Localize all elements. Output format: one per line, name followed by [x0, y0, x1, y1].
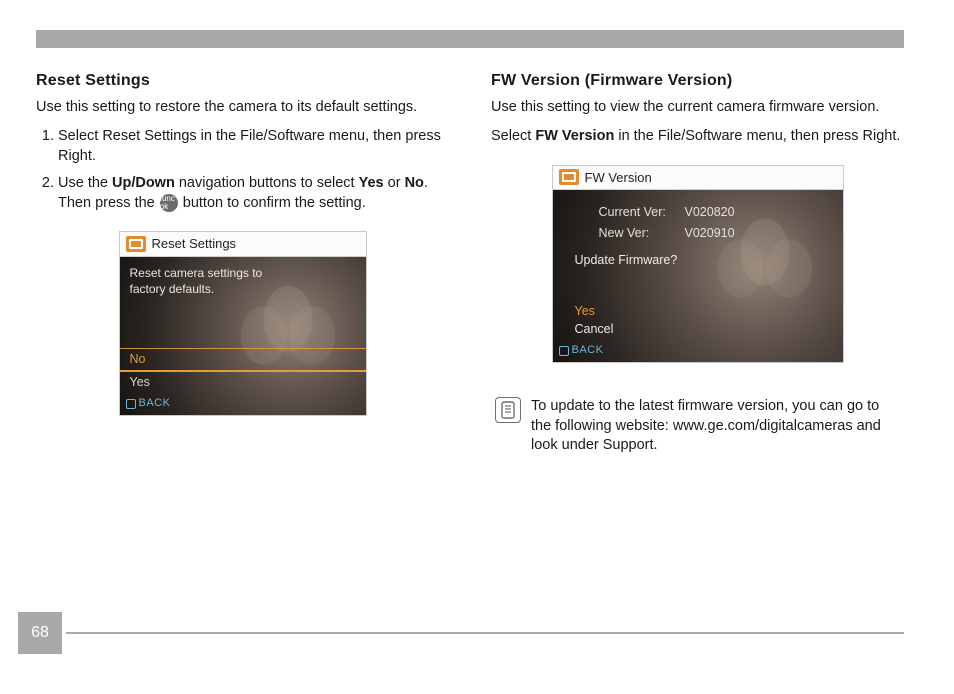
folder-icon — [126, 236, 146, 252]
camera-screenshot-fw: FW Version Current Ver: V020820 New Ver:… — [552, 165, 844, 364]
cam-back[interactable]: BACK — [559, 343, 604, 358]
fw-new-value: V020910 — [685, 225, 735, 242]
camera-screenshot-reset: Reset Settings Reset camera settings to … — [119, 231, 367, 416]
cam-title: Reset Settings — [152, 235, 237, 253]
note-icon — [495, 397, 521, 423]
step-1-text: Select Reset Settings in the File/Softwa… — [58, 128, 441, 164]
note-box: To update to the latest firmware version… — [491, 397, 904, 456]
section-desc: Use this setting to restore the camera t… — [36, 98, 449, 118]
instr-a: Select — [491, 128, 535, 144]
step-2: Use the Up/Down navigation buttons to se… — [58, 174, 449, 213]
step-2-yes: Yes — [359, 175, 384, 191]
step-2-no: No — [405, 175, 424, 191]
step-1: Select Reset Settings in the File/Softwa… — [58, 127, 449, 166]
col-fw-version: FW Version (Firmware Version) Use this s… — [491, 70, 904, 456]
page-content: Reset Settings Use this setting to resto… — [36, 70, 904, 456]
steps-list: Select Reset Settings in the File/Softwa… — [36, 127, 449, 213]
cam-body: Current Ver: V020820 New Ver: V020910 Up… — [553, 190, 843, 362]
instr-b: FW Version — [535, 128, 614, 144]
cam-titlebar: Reset Settings — [120, 232, 366, 257]
footer-rule — [66, 632, 904, 634]
step-2-updown: Up/Down — [112, 175, 175, 191]
step-2-e: button to confirm the setting. — [179, 195, 366, 211]
fw-options: Yes Cancel — [575, 303, 614, 339]
fw-new-row: New Ver: V020910 — [599, 225, 843, 242]
header-bar — [36, 30, 904, 48]
fw-question: Update Firmware? — [575, 252, 843, 269]
fw-current-label: Current Ver: — [599, 204, 677, 221]
cam-option-no[interactable]: No — [120, 348, 366, 372]
cam-option-yes[interactable]: Yes — [120, 372, 366, 393]
cam-body-l2: factory defaults. — [130, 281, 356, 297]
fw-option-yes[interactable]: Yes — [575, 303, 614, 320]
cam-body-text: Reset camera settings to factory default… — [120, 257, 366, 297]
col-reset-settings: Reset Settings Use this setting to resto… — [36, 70, 449, 456]
instr-c: in the File/Software menu, then press Ri… — [614, 128, 900, 144]
section-title: Reset Settings — [36, 70, 449, 92]
fw-current-value: V020820 — [685, 204, 735, 221]
step-2-b: navigation buttons to select — [175, 175, 359, 191]
fw-version-rows: Current Ver: V020820 New Ver: V020910 — [553, 190, 843, 242]
cam-options: No Yes — [120, 348, 366, 393]
cam-title: FW Version — [585, 169, 652, 187]
fw-option-cancel[interactable]: Cancel — [575, 321, 614, 338]
cam-body-l1: Reset camera settings to — [130, 265, 356, 281]
back-icon — [559, 346, 569, 356]
cam-back-label: BACK — [139, 396, 171, 411]
cam-body: Reset camera settings to factory default… — [120, 257, 366, 415]
back-icon — [126, 399, 136, 409]
fw-new-label: New Ver: — [599, 225, 677, 242]
cam-back-label: BACK — [572, 343, 604, 358]
page-number: 68 — [18, 612, 62, 654]
func-ok-icon: func ok — [160, 194, 178, 212]
cam-back[interactable]: BACK — [126, 396, 171, 411]
fw-current-row: Current Ver: V020820 — [599, 204, 843, 221]
fw-instruction: Select FW Version in the File/Software m… — [491, 127, 904, 147]
step-2-a: Use the — [58, 175, 112, 191]
folder-icon — [559, 169, 579, 185]
section-title: FW Version (Firmware Version) — [491, 70, 904, 92]
cam-titlebar: FW Version — [553, 166, 843, 191]
section-desc: Use this setting to view the current cam… — [491, 98, 904, 118]
step-2-c: or — [384, 175, 405, 191]
note-text: To update to the latest firmware version… — [531, 397, 900, 456]
